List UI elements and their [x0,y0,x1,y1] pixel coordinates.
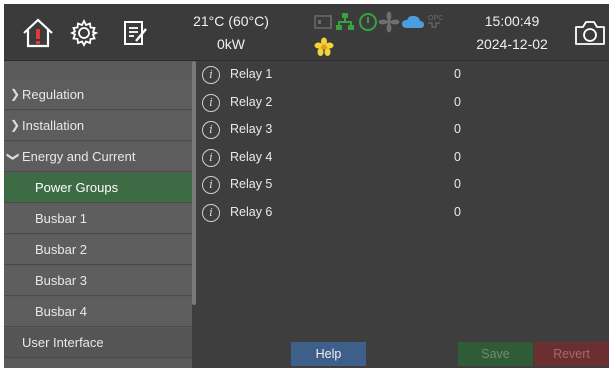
relay-label: Relay 6 [230,204,273,219]
menu-item-label: Energy and Current [22,149,136,164]
menu-item-label: Busbar 1 [35,211,88,226]
relay-value: 0 [454,94,461,109]
top-bar: 21°C (60°C) 0kW OPC 15:00:49 2024-12-02 [4,4,609,61]
menu-item-user-interface[interactable]: User Interface [4,328,192,358]
relay-value: 0 [454,204,461,219]
menu-item-label: Power Groups [35,180,119,195]
relay-row: i Relay 5 0 [200,172,480,200]
relay-value: 0 [454,67,461,81]
status-indicators-icon: OPC [314,11,443,33]
relay-label: Relay 2 [230,94,273,109]
camera-icon[interactable] [573,19,607,47]
menu-item-label: Installation [22,118,85,133]
menu-item-regulation[interactable]: ❯ Regulation [4,80,192,110]
info-icon[interactable]: i [202,203,220,222]
temperature-readout: 21°C (60°C) [193,13,269,29]
flower-icon [314,37,334,56]
notes-icon[interactable] [122,19,148,47]
info-icon[interactable]: i [202,148,220,167]
chevron-right-icon: ❯ [10,118,21,132]
menu-item-label: Busbar 3 [35,273,88,288]
screen: 21°C (60°C) 0kW OPC 15:00:49 2024-12-02 … [4,4,609,368]
relay-row: i Relay 4 0 [200,145,480,173]
relay-row: i Relay 2 0 [200,90,480,118]
menu-item-label: Busbar 2 [35,242,88,257]
menu-item-power-groups[interactable]: Power Groups [4,173,192,203]
sidebar-menu: ❯ Regulation ❯ Installation ❯ Energy and… [4,61,192,368]
save-button[interactable]: Save [458,342,533,366]
relay-value: 0 [454,177,461,192]
menu-item-busbar-3[interactable]: Busbar 3 [4,266,192,296]
info-icon[interactable]: i [202,121,220,140]
help-button[interactable]: Help [291,342,366,366]
relay-row: i Relay 3 0 [200,117,480,145]
relay-row: i Relay 6 0 [200,200,480,228]
info-icon[interactable]: i [202,176,220,195]
relay-label: Relay 4 [230,149,273,164]
info-icon[interactable]: i [202,93,220,112]
chevron-right-icon: ❯ [10,87,21,101]
revert-button[interactable]: Revert [534,342,609,366]
menu-item-label: Busbar 4 [35,304,88,319]
menu-item-label: Regulation [22,87,85,102]
settings-gear-icon[interactable] [70,19,98,47]
info-icon[interactable]: i [202,66,220,84]
relay-value: 0 [454,149,461,164]
svg-text:OPC: OPC [428,15,443,22]
menu-item-energy-and-current[interactable]: ❯ Energy and Current [4,142,192,172]
menu-item-busbar-4[interactable]: Busbar 4 [4,297,192,327]
relay-label: Relay 3 [230,122,273,137]
relay-row: i Relay 1 0 [200,62,480,90]
relay-list: i Relay 1 0 i Relay 2 0 i Relay 3 0 i Re… [200,62,480,228]
power-readout: 0kW [217,36,245,52]
menu-item-installation[interactable]: ❯ Installation [4,111,192,141]
relay-label: Relay 5 [230,177,273,192]
relay-value: 0 [454,122,461,137]
relay-label: Relay 1 [230,67,273,81]
chevron-down-icon: ❯ [6,151,21,162]
menu-item-busbar-2[interactable]: Busbar 2 [4,235,192,265]
sidebar-scrollbar[interactable] [192,61,196,305]
date-readout: 2024-12-02 [476,36,548,52]
menu-item-busbar-1[interactable]: Busbar 1 [4,204,192,234]
home-alarm-icon[interactable] [22,18,54,48]
menu-item-label: User Interface [22,335,104,350]
time-readout: 15:00:49 [484,13,540,29]
